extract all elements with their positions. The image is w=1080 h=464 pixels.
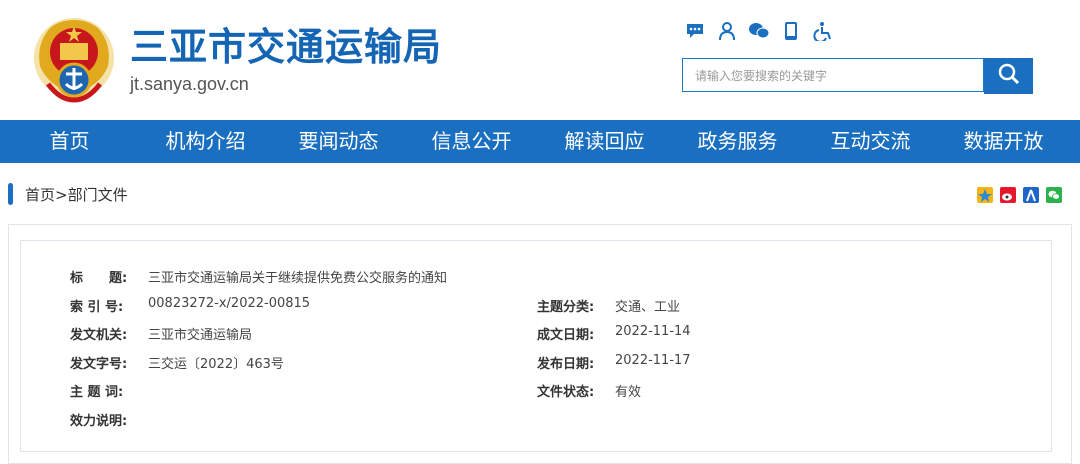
nav-item-interpretation[interactable]: 解读回应 — [538, 120, 671, 163]
user-icon[interactable] — [716, 20, 738, 42]
main-nav: 首页 机构介绍 要闻动态 信息公开 解读回应 政务服务 互动交流 数据开放 — [0, 120, 1080, 163]
top-icon-bar — [684, 20, 834, 42]
nav-item-open-data[interactable]: 数据开放 — [937, 120, 1070, 163]
wechat-icon[interactable] — [748, 20, 770, 42]
status-label: 文件状态: — [537, 385, 595, 400]
published-date-row: 发布日期: 2022-11-17 — [537, 353, 691, 372]
nav-item-disclosure[interactable]: 信息公开 — [405, 120, 538, 163]
status-value: 有效 — [615, 385, 642, 400]
title-value: 三亚市交通运输局关于继续提供免费公交服务的通知 — [148, 271, 448, 286]
site-title: 三亚市交通运输局 — [130, 25, 443, 69]
wechat-share-icon[interactable] — [1046, 187, 1062, 203]
qzone-icon[interactable] — [977, 187, 993, 203]
org-label: 发文机关: — [70, 328, 128, 343]
mobile-icon[interactable] — [780, 20, 802, 42]
written-date-value: 2022-11-14 — [615, 324, 691, 339]
org-row: 发文机关: 三亚市交通运输局 — [70, 324, 252, 343]
keywords-row: 主 题 词: — [70, 381, 148, 400]
nav-item-interaction[interactable]: 互动交流 — [804, 120, 937, 163]
docno-value: 三交运〔2022〕463号 — [148, 357, 284, 372]
published-date-value: 2022-11-17 — [615, 353, 691, 368]
nav-item-news[interactable]: 要闻动态 — [272, 120, 405, 163]
search-button[interactable] — [984, 58, 1033, 94]
message-icon[interactable] — [684, 20, 706, 42]
keywords-label: 主 题 词: — [70, 385, 124, 400]
nav-item-services[interactable]: 政务服务 — [671, 120, 804, 163]
index-row: 索 引 号: 00823272-x/2022-00815 — [70, 296, 310, 315]
published-date-label: 发布日期: — [537, 357, 595, 372]
docno-row: 发文字号: 三交运〔2022〕463号 — [70, 353, 284, 372]
search-input[interactable]: 请输入您要搜索的关键字 — [682, 58, 984, 92]
topic-label: 主题分类: — [537, 300, 595, 315]
title-row: 标 题: 三亚市交通运输局关于继续提供免费公交服务的通知 — [70, 267, 447, 286]
site-domain: jt.sanya.gov.cn — [130, 74, 249, 94]
breadcrumb[interactable]: 首页>部门文件 — [25, 184, 128, 205]
written-date-label: 成文日期: — [537, 328, 595, 343]
accessibility-icon[interactable] — [812, 20, 834, 42]
written-date-row: 成文日期: 2022-11-14 — [537, 324, 691, 343]
nav-item-home[interactable]: 首页 — [0, 120, 139, 163]
index-label: 索 引 号: — [70, 300, 124, 315]
topic-row: 主题分类: 交通、工业 — [537, 296, 680, 315]
validity-label: 效力说明: — [70, 414, 128, 429]
search-icon — [997, 62, 1021, 90]
docno-label: 发文字号: — [70, 357, 128, 372]
title-label: 标 题: — [70, 271, 128, 286]
renren-icon[interactable] — [1023, 187, 1039, 203]
index-value: 00823272-x/2022-00815 — [148, 296, 311, 311]
share-icons — [977, 187, 1062, 203]
topic-value: 交通、工业 — [615, 300, 681, 315]
status-row: 文件状态: 有效 — [537, 381, 641, 400]
weibo-icon[interactable] — [1000, 187, 1016, 203]
validity-row: 效力说明: — [70, 410, 148, 429]
nav-item-about[interactable]: 机构介绍 — [139, 120, 272, 163]
national-emblem-logo — [30, 14, 118, 104]
org-value: 三亚市交通运输局 — [148, 328, 253, 343]
breadcrumb-marker — [8, 183, 13, 205]
